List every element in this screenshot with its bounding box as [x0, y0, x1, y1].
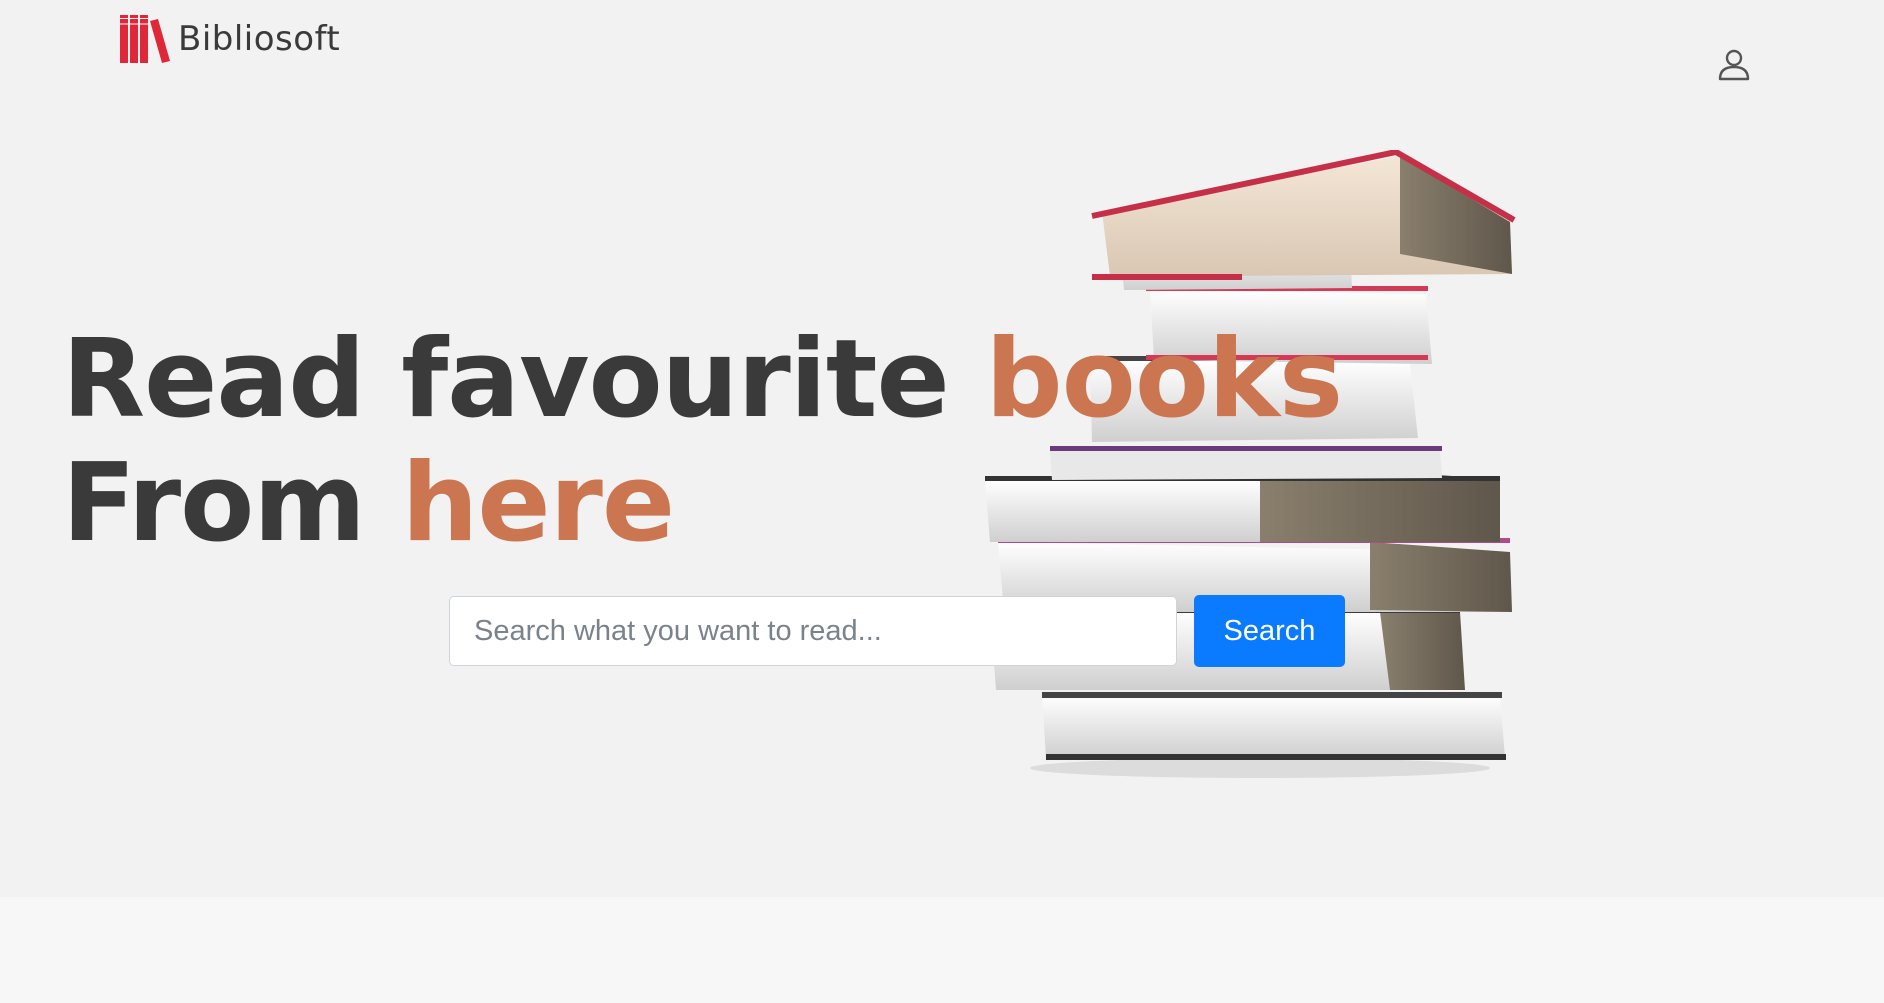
- headline-line-1-text: Read favourite: [62, 317, 986, 442]
- search-button[interactable]: Search: [1194, 595, 1345, 667]
- page-footer-area: [0, 897, 1884, 1003]
- headline-line-2-text: From: [62, 441, 402, 566]
- headline-accent-here: here: [401, 441, 675, 566]
- headline-line-2: From here: [62, 442, 1342, 566]
- hero-headline: Read favourite books From here: [62, 317, 1343, 566]
- headline-line-1: Read favourite books: [62, 317, 1343, 442]
- headline-accent-books: books: [985, 317, 1343, 442]
- search-input[interactable]: [449, 596, 1177, 666]
- brand[interactable]: Bibliosoft: [120, 14, 340, 64]
- user-account-button[interactable]: [1716, 46, 1752, 82]
- books-logo-icon: [120, 15, 170, 63]
- user-account-icon: [1718, 49, 1750, 81]
- brand-name: Bibliosoft: [178, 19, 341, 59]
